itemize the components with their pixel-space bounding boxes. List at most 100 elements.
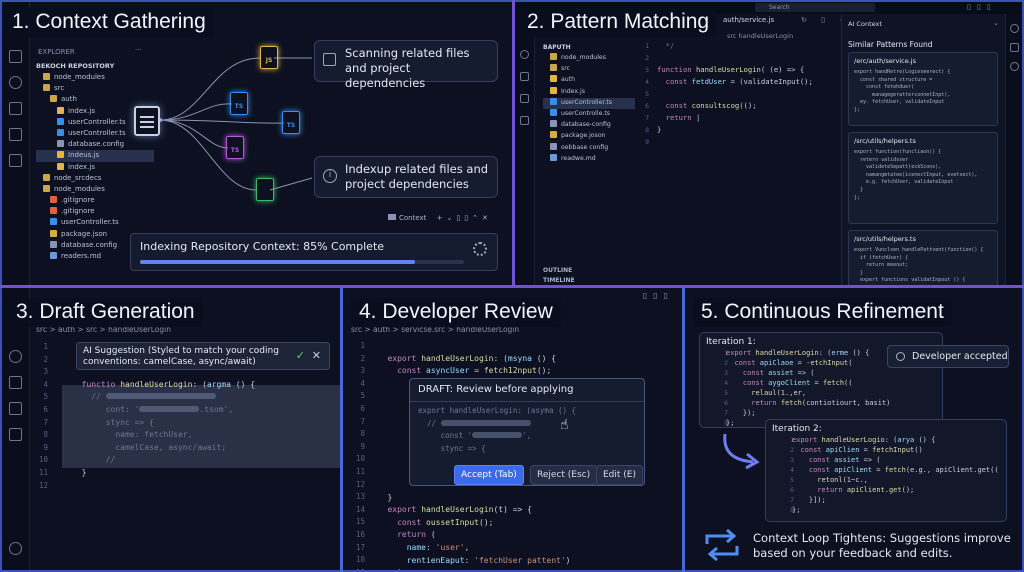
callout-indexing: i Indexup related files and project depe… xyxy=(314,156,498,198)
repo-label-2: BAPUTH xyxy=(543,44,571,51)
activity-bar-2 xyxy=(515,14,535,285)
search-icon-3[interactable] xyxy=(9,350,22,363)
search-doc-icon xyxy=(323,53,336,66)
run-icon-2[interactable] xyxy=(520,94,529,103)
search-icon-2[interactable] xyxy=(520,50,529,59)
tree-item-label: package.joson xyxy=(561,132,606,140)
tree-item-label: src xyxy=(561,65,571,73)
right-activity-bar xyxy=(1005,14,1022,285)
pattern-code-line: return meeout; xyxy=(854,262,909,269)
pattern-path: /erc/auth/service.js xyxy=(854,57,916,65)
pattern-code-line: const fetehduer( xyxy=(854,84,915,91)
terminal-controls[interactable]: +⌄▯▯⌃✕ xyxy=(437,214,492,222)
iteration2-card: Iteration 2: 1 2 3 4 5 6 7 8 export hand… xyxy=(765,419,1007,522)
tree-item[interactable]: package.joson xyxy=(543,131,635,142)
window-controls[interactable]: ▯▯▯ xyxy=(967,3,997,11)
pattern-code-line: }; xyxy=(854,194,861,201)
pattern-code-line: if (fetchUser) { xyxy=(854,254,909,261)
graph-file-icon xyxy=(256,178,274,201)
pattern-card[interactable]: /erc/auth/service.js export handRetre(Log… xyxy=(848,52,998,126)
progress-text: Indexing Repository Context: 85% Complet… xyxy=(140,240,385,253)
file-icon xyxy=(550,97,557,105)
pattern-code-line: export Vunclsen handlePattvent(function(… xyxy=(854,247,984,253)
draft-label: DRAFT: Review before applying xyxy=(418,384,574,395)
graph-file-icon: TS xyxy=(226,136,244,159)
source-control-icon-3[interactable] xyxy=(9,376,22,389)
file-icon xyxy=(550,86,557,94)
tree-item[interactable]: userControlle.ts xyxy=(543,108,635,120)
file-icon xyxy=(550,75,557,83)
panel-pattern-matching: Search ▯▯▯ BAPUTH node_modules src auth Ind… xyxy=(515,2,1022,285)
iteration2-label: Iteration 2: xyxy=(772,424,822,434)
settings-icon[interactable] xyxy=(1009,24,1019,33)
accept-button[interactable]: Accept (Tab) xyxy=(454,465,524,485)
panel4-window-controls[interactable]: ▯▯▯ xyxy=(643,291,674,300)
graph-file-label: JS xyxy=(265,57,273,64)
pattern-code: export handRetre(Logiexeerect) { const s… xyxy=(854,69,950,115)
iteration1-label: Iteration 1: xyxy=(706,337,756,347)
graph-file-icon: JS xyxy=(260,46,278,69)
dismiss-icon[interactable]: ✕ xyxy=(312,350,321,361)
panel1-title: 1. Context Gathering xyxy=(4,8,214,37)
pattern-card[interactable]: /src/utils/helpers.ts export function(fun… xyxy=(848,132,998,224)
panel-continuous-refinement: Iteration 1: 1 2 3 4 5 6 7 8 export hand… xyxy=(685,288,1022,570)
developer-accepted-badge: Developer accepted xyxy=(887,345,1009,368)
panel2-title: 2. Pattern Matching xyxy=(519,8,718,37)
cursor-icon: ☝ xyxy=(560,417,569,433)
iter2-code: export handleUserLogio: (arya () { const… xyxy=(792,436,999,514)
tree-item-label: database-config xyxy=(561,121,611,129)
pattern-code-line: e.g. fetchUser, validateInput xyxy=(854,179,954,186)
editor-breadcrumb: src handleUserLogin xyxy=(727,32,794,40)
reject-button[interactable]: Reject (Esc) xyxy=(530,465,598,485)
pattern-code-line: }; xyxy=(854,106,861,113)
pattern-code-line: retern validsser xyxy=(854,156,909,163)
file-icon xyxy=(550,153,557,161)
graph-file-icon: TS xyxy=(230,92,248,115)
tree-item[interactable]: readwe.md xyxy=(543,153,635,165)
panel-context-gathering: EXPLORER ··· BEKOCH REPOSITORY node_modu… xyxy=(2,2,512,285)
search-box[interactable]: Search xyxy=(755,3,875,12)
run-icon-3[interactable] xyxy=(9,402,22,415)
accept-check-icon[interactable]: ✓ xyxy=(296,350,305,361)
refresh-loop-icon xyxy=(705,528,739,562)
iteration-arrow xyxy=(723,433,760,470)
history-icon[interactable] xyxy=(1009,43,1019,52)
tree-item[interactable]: auth xyxy=(543,75,635,86)
source-control-icon-2[interactable] xyxy=(520,72,529,81)
tree-item[interactable]: oebbase config xyxy=(543,142,635,154)
panel4-title: 4. Developer Review xyxy=(351,298,561,327)
tree-item-label: userControlle.ts xyxy=(561,109,611,117)
extensions-icon-2[interactable] xyxy=(520,116,529,125)
pattern-code-line: valideteSepatt(eckScons), xyxy=(854,164,942,171)
graph-file-icon: TS xyxy=(282,111,300,134)
gear-icon[interactable] xyxy=(1009,62,1019,71)
activity-bar-3 xyxy=(2,288,30,570)
timeline-label: TIMELINE xyxy=(543,277,575,284)
panel-developer-review: ▯▯▯ src > auth > servicse.src > handleUs… xyxy=(343,288,682,570)
line-numbers-3: 1 2 3 4 5 6 7 8 9 10 11 12 xyxy=(38,342,48,490)
ai-context-close[interactable]: ⌄ xyxy=(993,19,999,27)
pattern-card[interactable]: /src/utils/helpers.ts export Vunclsen han… xyxy=(848,230,998,285)
line-numbers-4: 1 2 3 4 5 6 7 8 9 10 11 12 13 14 15 16 1… xyxy=(355,341,365,570)
edit-button[interactable]: Edit (E) xyxy=(596,465,643,485)
tree-item-label: readwe.md xyxy=(561,154,596,162)
extensions-icon-3[interactable] xyxy=(9,428,22,441)
graph-file-label: TS xyxy=(230,147,240,154)
tree-item[interactable]: node_modules xyxy=(543,53,635,64)
pattern-code-line: export function(funcliaon() { xyxy=(854,149,942,155)
pattern-code: export Vunclsen handlePattvent(function(… xyxy=(854,247,983,285)
tree-item[interactable]: src xyxy=(543,64,635,75)
pattern-code-line: export handRetre(Logiexeerect) { xyxy=(854,69,951,75)
tree-item[interactable]: database-config xyxy=(543,120,635,131)
tree-item[interactable]: userController.ts xyxy=(543,97,635,109)
callout-scanning: Scanning related files and project depen… xyxy=(314,40,498,90)
pattern-code-line: managegeratterconnetInpt), xyxy=(854,91,951,98)
tree-item[interactable]: Index.js xyxy=(543,86,635,98)
ai-context-sidebar: AI Context ⌄ Similar Patterns Found /erc… xyxy=(841,14,1005,285)
line-numbers-2: 1 2 3 4 5 6 7 8 9 xyxy=(645,42,649,146)
editor-tab[interactable]: auth/service.js xyxy=(723,16,774,24)
graph-file-label: TS xyxy=(286,122,296,129)
settings-icon-3[interactable] xyxy=(9,542,22,555)
pattern-code-line: namangmtatee(icenectInput, evetsect), xyxy=(854,171,978,178)
pattern-code-line: } xyxy=(854,269,864,276)
